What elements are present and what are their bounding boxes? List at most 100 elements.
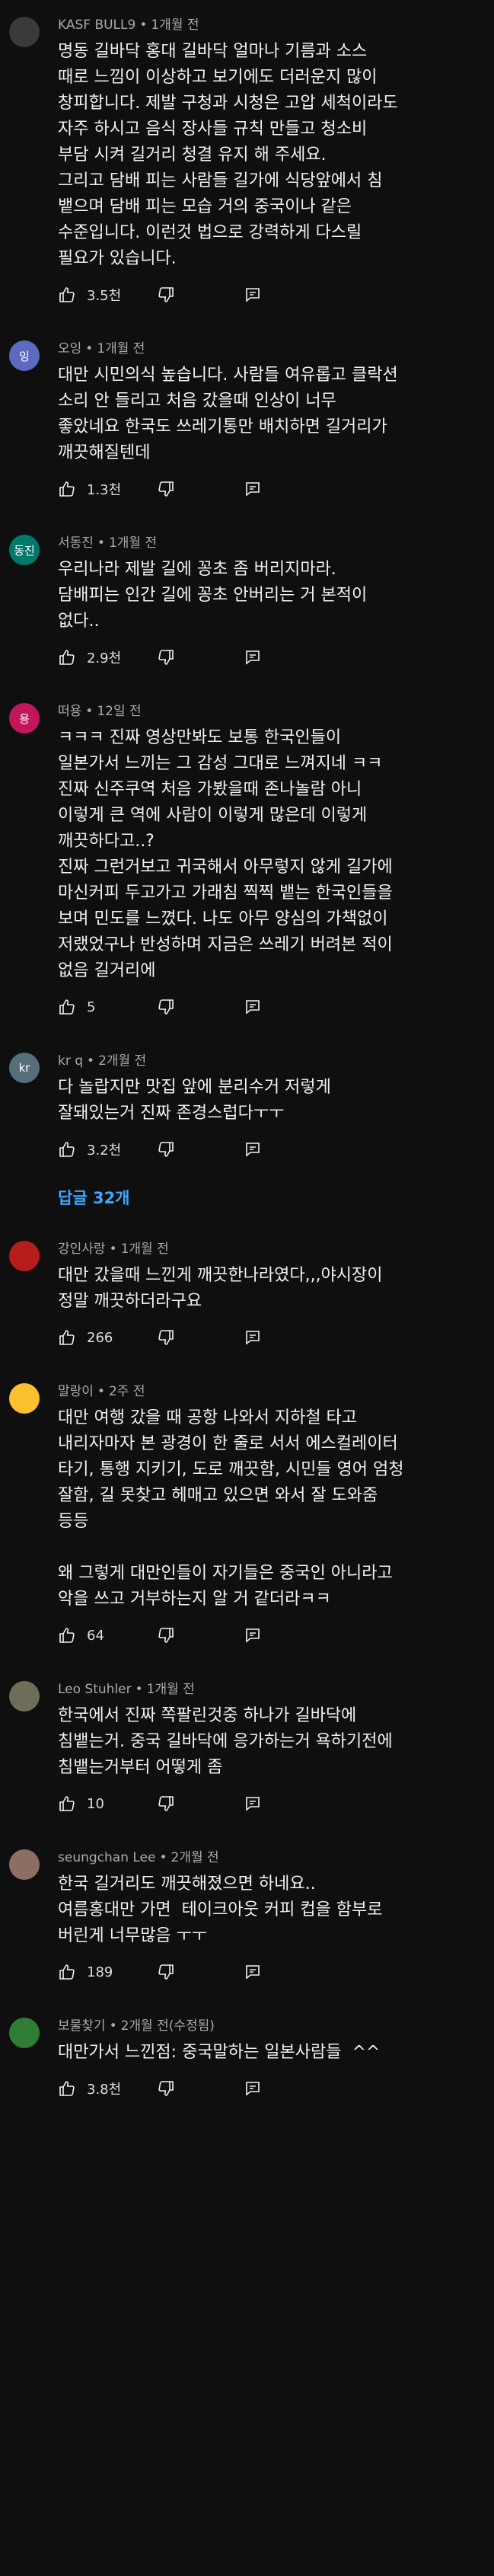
reply-button[interactable]	[244, 480, 262, 498]
avatar[interactable]: 용	[9, 703, 40, 733]
reply-button[interactable]	[244, 1795, 262, 1813]
like-count: 266	[87, 1329, 113, 1346]
comment-time: 2개월 전	[171, 1850, 219, 1865]
thumbs-down-icon	[158, 287, 174, 302]
comment-content: 강인사랑 • 1개월 전 대만 갔을때 느낀게 깨끗한나라였다,,,야시장이 정말 …	[58, 1238, 476, 1353]
avatar[interactable]	[9, 2018, 40, 2048]
avatar[interactable]: kr	[9, 1053, 40, 1083]
view-replies-link[interactable]: 답글 32개	[0, 1178, 494, 1224]
comment-actions: 2.9천	[58, 642, 476, 673]
comment-text: 다 놀랍지만 맛집 앞에 분리수거 저렇게 잘돼있는거 진짜 존경스럽다ㅜㅜ	[58, 1078, 331, 1123]
comment: 보물찾기 • 2개월 전(수정됨) 대만가서 느낀점: 중국말하는 일본사람들 ^^…	[0, 2001, 494, 2117]
reply-button[interactable]	[244, 2079, 262, 2098]
comment: seungchan Lee • 2개월 전 한국 길거리도 깨끗해졌으면 하네요..…	[0, 1833, 494, 2001]
comment-time: 1개월 전	[97, 341, 145, 356]
avatar[interactable]	[9, 1383, 40, 1414]
like-button[interactable]: 5	[58, 998, 134, 1016]
like-button[interactable]: 266	[58, 1328, 134, 1347]
reply-button[interactable]	[244, 1626, 262, 1644]
dislike-button[interactable]	[157, 648, 175, 666]
comment-author[interactable]: 오잉	[58, 341, 81, 356]
comment-meta: 말랑이 • 2주 전	[58, 1380, 476, 1399]
avatar[interactable]	[9, 17, 40, 47]
avatar[interactable]	[9, 1241, 40, 1271]
like-count: 3.2천	[87, 1143, 122, 1159]
comment-author[interactable]: 서동진	[58, 535, 94, 551]
dislike-button[interactable]	[157, 1795, 175, 1813]
dislike-button[interactable]	[157, 998, 175, 1016]
reply-button[interactable]	[244, 998, 262, 1016]
thumbs-down-icon	[158, 1330, 174, 1345]
thumbs-down-icon	[158, 481, 174, 497]
like-button[interactable]: 3.5천	[58, 285, 134, 305]
like-button[interactable]: 10	[58, 1795, 134, 1813]
comment-text: 명동 길바닥 홍대 길바닥 얼마나 기름과 소스 때로 느낌이 이상하고 보기에…	[58, 42, 398, 268]
dislike-button[interactable]	[157, 480, 175, 498]
comment-author[interactable]: seungchan Lee	[58, 1850, 155, 1865]
comment: KASF BULL9 • 1개월 전 명동 길바닥 홍대 길바닥 얼마나 기름과 소…	[0, 0, 494, 324]
thumbs-up-icon	[59, 650, 75, 665]
reply-button[interactable]	[244, 1328, 262, 1347]
comment-content: kr q • 2개월 전 다 놀랍지만 맛집 앞에 분리수거 저렇게 잘돼있는거 진…	[58, 1050, 476, 1165]
comment-actions: 1.3천	[58, 474, 476, 504]
like-button[interactable]: 64	[58, 1626, 134, 1644]
avatar-initials: 용	[19, 711, 30, 726]
comment-author[interactable]: KASF BULL9	[58, 18, 135, 33]
separator-dot: •	[109, 1242, 117, 1257]
thumbs-up-icon	[59, 1142, 75, 1157]
comment-actions: 189	[58, 1957, 476, 1987]
like-button[interactable]: 3.2천	[58, 1139, 134, 1159]
dislike-button[interactable]	[157, 1626, 175, 1644]
comment-time: 2개월 전(수정됨)	[120, 2018, 215, 2034]
comment-meta: 서동진 • 1개월 전	[58, 532, 476, 551]
comment-author[interactable]: 말랑이	[58, 1384, 94, 1399]
comment-content: 떠용 • 12일 전 ㅋㅋㅋ 진짜 영상만봐도 보통 한국인들이 일본가서 느끼는 …	[58, 700, 476, 1022]
avatar[interactable]	[9, 1681, 40, 1711]
dislike-button[interactable]	[157, 1140, 175, 1159]
separator-dot: •	[97, 1384, 105, 1399]
avatar-initials: kr	[18, 1061, 30, 1075]
comment-content: 말랑이 • 2주 전 대만 여행 갔을 때 공항 나와서 지하철 타고 내리자마자 …	[58, 1380, 476, 1651]
avatar-initials: 잉	[19, 349, 30, 363]
reply-icon	[246, 650, 260, 665]
comment-time: 2개월 전	[98, 1053, 147, 1069]
thumbs-up-icon	[59, 1964, 75, 1980]
separator-dot: •	[139, 18, 148, 33]
reply-button[interactable]	[244, 1140, 262, 1159]
dislike-button[interactable]	[157, 2079, 175, 2098]
reply-button[interactable]	[244, 1963, 262, 1981]
dislike-button[interactable]	[157, 286, 175, 304]
comment-content: Leo Stuhler • 1개월 전 한국에서 진짜 쪽팔린것중 하나가 길바닥에…	[58, 1678, 476, 1819]
comment-text: 대만가서 느낀점: 중국말하는 일본사람들 ^^	[58, 2043, 381, 2062]
dislike-button[interactable]	[157, 1963, 175, 1981]
comment-author[interactable]: kr q	[58, 1053, 83, 1069]
like-count: 189	[87, 1964, 113, 1980]
reply-icon	[246, 2082, 260, 2096]
comment-actions: 266	[58, 1322, 476, 1353]
comment-author[interactable]: 떠용	[58, 704, 81, 719]
comment-meta: seungchan Lee • 2개월 전	[58, 1846, 476, 1865]
avatar[interactable]: 동진	[9, 535, 40, 565]
comment-author[interactable]: 보물찾기	[58, 2018, 106, 2034]
like-button[interactable]: 189	[58, 1963, 134, 1981]
comment-time: 1개월 전	[108, 535, 158, 551]
avatar[interactable]	[9, 1849, 40, 1880]
thumbs-down-icon	[158, 2081, 174, 2096]
like-button[interactable]: 2.9천	[58, 647, 134, 667]
thumbs-down-icon	[158, 650, 174, 665]
dislike-button[interactable]	[157, 1328, 175, 1347]
comment-author[interactable]: 강인사랑	[58, 1242, 106, 1257]
comment-meta: KASF BULL9 • 1개월 전	[58, 14, 476, 33]
comment-author[interactable]: Leo Stuhler	[58, 1682, 132, 1697]
like-button[interactable]: 1.3천	[58, 479, 134, 499]
reply-button[interactable]	[244, 286, 262, 304]
comment-text: 한국 길거리도 깨끗해졌으면 하네요.. 여름홍대만 가면 테이크아웃 커피 컵…	[58, 1874, 383, 1945]
reply-button[interactable]	[244, 648, 262, 666]
avatar[interactable]: 잉	[9, 340, 40, 371]
comment-time: 1개월 전	[146, 1682, 195, 1697]
reply-icon	[246, 482, 260, 497]
like-count: 3.8천	[87, 2082, 122, 2098]
like-count: 5	[87, 999, 96, 1015]
reply-icon	[246, 1331, 260, 1345]
like-button[interactable]: 3.8천	[58, 2079, 134, 2098]
